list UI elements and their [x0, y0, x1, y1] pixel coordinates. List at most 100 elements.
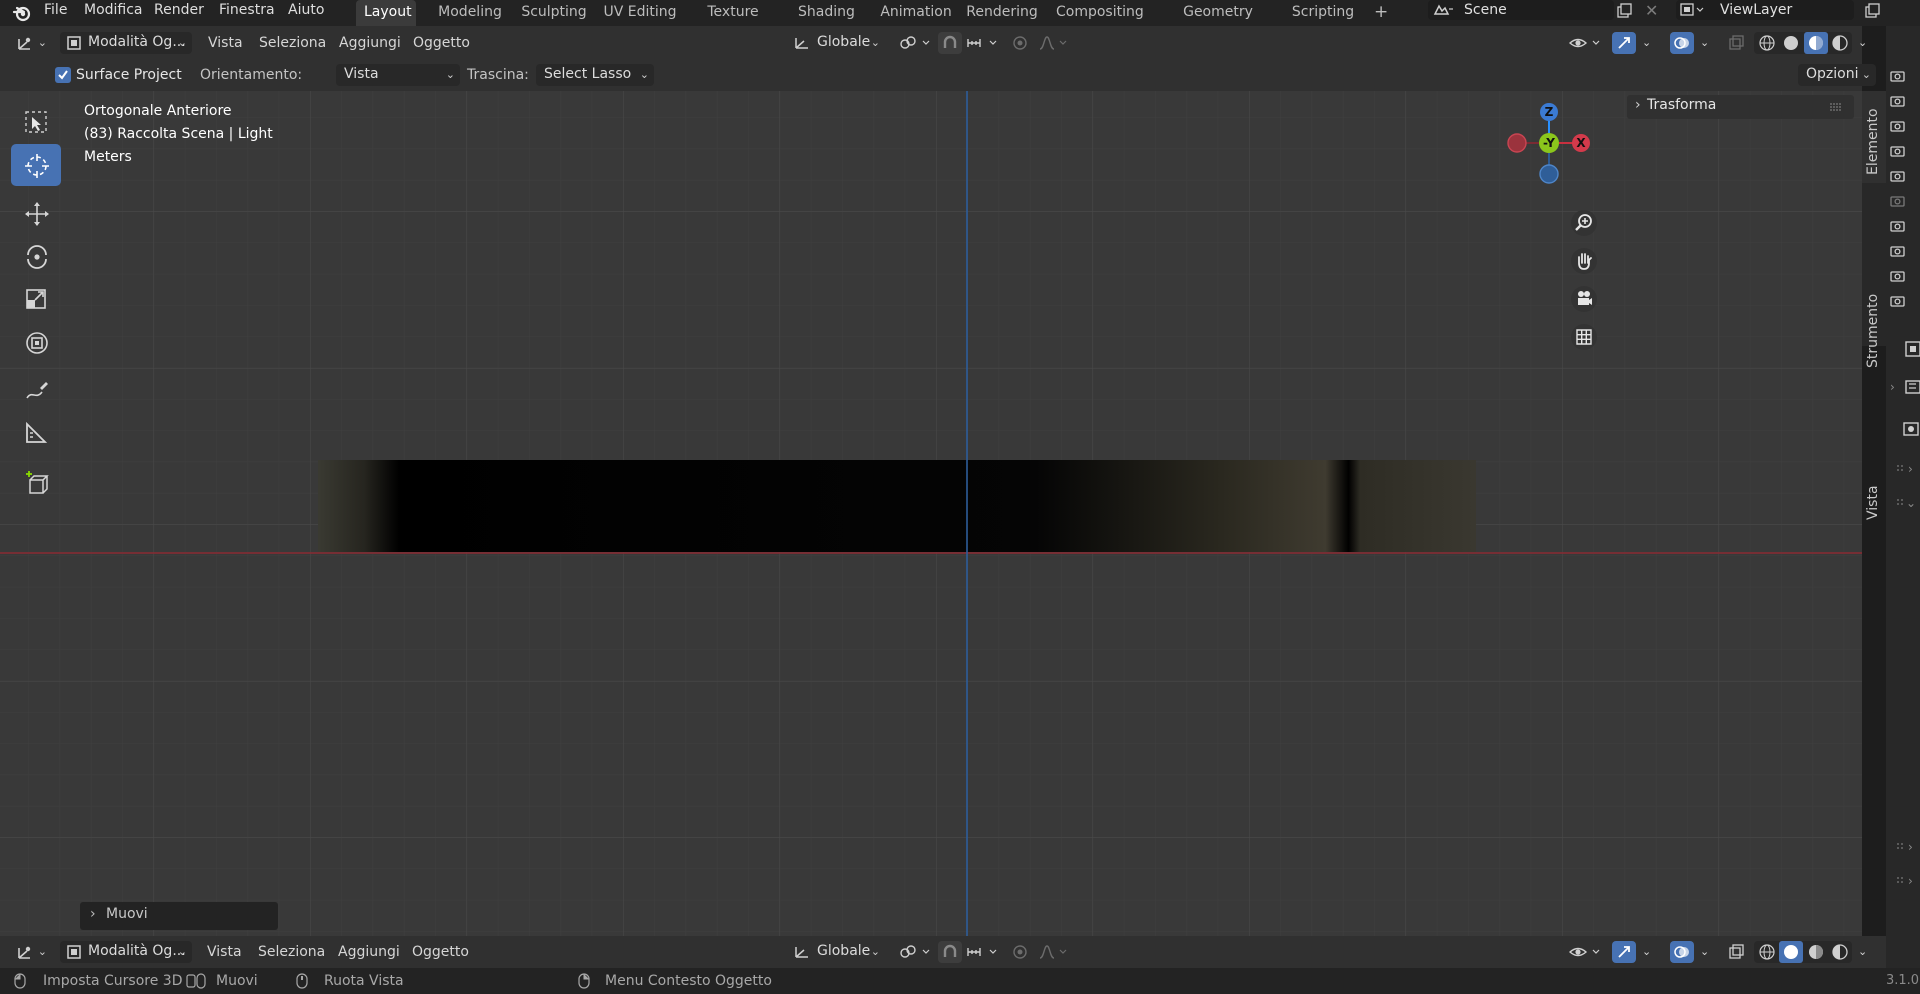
add-workspace-button[interactable]: + [1366, 0, 1390, 26]
tab-uv-editing[interactable]: UV Editing [590, 0, 690, 26]
measure-tool-button[interactable] [11, 412, 61, 454]
scene-object-light[interactable] [318, 460, 1476, 552]
material-shading-icon[interactable] [1807, 943, 1825, 961]
wireframe-shading-icon[interactable] [1758, 34, 1776, 52]
menu-render[interactable]: Render [154, 0, 204, 26]
viewport-3d[interactable]: Ortogonale Anteriore (83) Raccolta Scena… [0, 91, 1862, 936]
material-preview-button[interactable] [1804, 32, 1828, 54]
rotate-tool-button[interactable] [11, 235, 61, 277]
chevron-down-icon[interactable]: ⌄ [1642, 33, 1651, 53]
collapse-arrow-icon[interactable]: › [1908, 874, 1913, 888]
overlays-toggle[interactable] [1670, 941, 1694, 963]
solid-shading-icon[interactable] [1782, 34, 1800, 52]
tab-rendering[interactable]: Rendering [957, 0, 1047, 26]
add-cube-tool-button[interactable] [11, 461, 61, 503]
overlays-toggle[interactable] [1670, 32, 1694, 54]
properties-render-icon[interactable] [1902, 376, 1920, 398]
transform-tool-button[interactable] [11, 321, 61, 363]
chevron-down-icon[interactable]: ⌄ [1858, 942, 1867, 962]
menu-finestra[interactable]: Finestra [219, 0, 275, 26]
menu-vista[interactable]: Vista [208, 33, 243, 53]
move-tool-button[interactable] [11, 192, 61, 234]
camera-visibility-icons[interactable] [1886, 66, 1910, 316]
falloff-dropdown[interactable] [1034, 941, 1074, 963]
tab-layout[interactable]: Layout [356, 0, 416, 26]
menu-vista[interactable]: Vista [207, 942, 242, 962]
transform-orientation-dropdown[interactable]: Globale ⌄ [787, 941, 885, 963]
menu-aggiungi[interactable]: Aggiungi [338, 942, 400, 962]
menu-aiuto[interactable]: Aiuto [288, 0, 324, 26]
mode-dropdown[interactable]: Modalità Og... ⌄ [60, 941, 192, 963]
transform-orientation-dropdown[interactable]: Globale ⌄ [787, 32, 885, 54]
surface-project-label[interactable]: Surface Project [76, 65, 182, 85]
proportional-edit-toggle[interactable] [1008, 32, 1032, 54]
chevron-down-icon[interactable]: ⌄ [1700, 33, 1709, 53]
cursor-tool-button[interactable] [11, 144, 61, 186]
snap-target-dropdown[interactable] [962, 941, 1002, 963]
drag-handle-icon[interactable] [1829, 103, 1843, 111]
remove-scene-icon[interactable]: ✕ [1645, 1, 1658, 20]
camera-view-icon[interactable] [1570, 285, 1598, 313]
xray-toggle[interactable] [1724, 32, 1748, 54]
collapse-arrow-icon[interactable]: › [1890, 380, 1895, 394]
tab-strumento[interactable]: Strumento [1862, 187, 1886, 368]
rendered-shading-icon[interactable] [1831, 943, 1849, 961]
last-operator-panel[interactable]: › Muovi [80, 902, 278, 930]
chevron-down-icon[interactable]: ⌄ [1642, 942, 1651, 962]
snap-toggle[interactable] [938, 32, 962, 54]
gizmo-toggle[interactable] [1612, 941, 1636, 963]
rendered-shading-icon[interactable] [1831, 34, 1849, 52]
annotate-tool-button[interactable] [11, 369, 61, 411]
tab-vista[interactable]: Vista [1862, 279, 1886, 520]
drag-dropdown[interactable]: Select Lasso ⌄ [536, 64, 654, 86]
tab-shading[interactable]: Shading [790, 0, 860, 26]
chevron-down-icon[interactable]: ⌄ [1700, 942, 1709, 962]
tab-sculpting[interactable]: Sculpting [505, 0, 603, 26]
zoom-icon[interactable] [1570, 209, 1598, 237]
visibility-dropdown[interactable] [1566, 941, 1606, 963]
orientation-dropdown[interactable]: Vista ⌄ [336, 64, 460, 86]
tab-elemento[interactable]: Elemento [1862, 91, 1886, 183]
gizmo-toggle[interactable] [1612, 32, 1636, 54]
pivot-point-button[interactable] [896, 32, 936, 54]
visibility-dropdown[interactable] [1566, 32, 1606, 54]
menu-modifica[interactable]: Modifica [84, 0, 143, 26]
scene-selector[interactable]: Scene [1428, 0, 1614, 20]
navigation-gizmo[interactable]: Z X -Y [1494, 101, 1604, 197]
pivot-point-button[interactable] [896, 941, 936, 963]
wireframe-shading-icon[interactable] [1758, 943, 1776, 961]
options-dropdown[interactable]: Opzioni ⌄ [1798, 64, 1876, 86]
collapse-arrow-icon[interactable]: › [1908, 840, 1913, 854]
menu-file[interactable]: File [44, 0, 67, 26]
surface-project-checkbox[interactable] [55, 67, 71, 83]
select-tool-button[interactable] [11, 101, 61, 143]
collapse-arrow-icon[interactable]: › [1908, 462, 1913, 476]
grid-view-icon[interactable] [1570, 323, 1598, 351]
blender-logo-icon[interactable] [12, 3, 32, 23]
editor-type-dropdown[interactable]: ⌄ [14, 941, 52, 963]
view-layer-icon[interactable] [1680, 3, 1706, 17]
tab-texture-paint[interactable]: Texture Paint [680, 0, 786, 44]
tab-geometry-nodes[interactable]: Geometry Nodes [1152, 0, 1284, 44]
proportional-edit-toggle[interactable] [1008, 941, 1032, 963]
properties-output-icon[interactable] [1900, 418, 1920, 440]
pan-hand-icon[interactable] [1570, 247, 1598, 275]
menu-oggetto[interactable]: Oggetto [412, 942, 469, 962]
scene-type-icon[interactable] [1432, 2, 1454, 18]
collapse-arrow-icon[interactable]: ⌄ [1906, 496, 1916, 510]
new-view-layer-icon[interactable] [1865, 3, 1881, 18]
tab-scripting[interactable]: Scripting [1282, 0, 1364, 26]
snap-target-dropdown[interactable] [962, 32, 1002, 54]
mode-dropdown[interactable]: Modalità Og... ⌄ [60, 32, 192, 54]
xray-toggle[interactable] [1724, 941, 1748, 963]
falloff-dropdown[interactable] [1034, 32, 1074, 54]
scale-tool-button[interactable] [11, 278, 61, 320]
menu-seleziona[interactable]: Seleziona [259, 33, 326, 53]
editor-type-dropdown[interactable]: ⌄ [14, 32, 52, 54]
tab-modeling[interactable]: Modeling [424, 0, 516, 26]
snap-toggle[interactable] [938, 941, 962, 963]
tab-animation[interactable]: Animation [867, 0, 965, 26]
tab-compositing[interactable]: Compositing [1048, 0, 1146, 26]
menu-aggiungi[interactable]: Aggiungi [339, 33, 401, 53]
solid-shading-button[interactable] [1779, 941, 1803, 963]
